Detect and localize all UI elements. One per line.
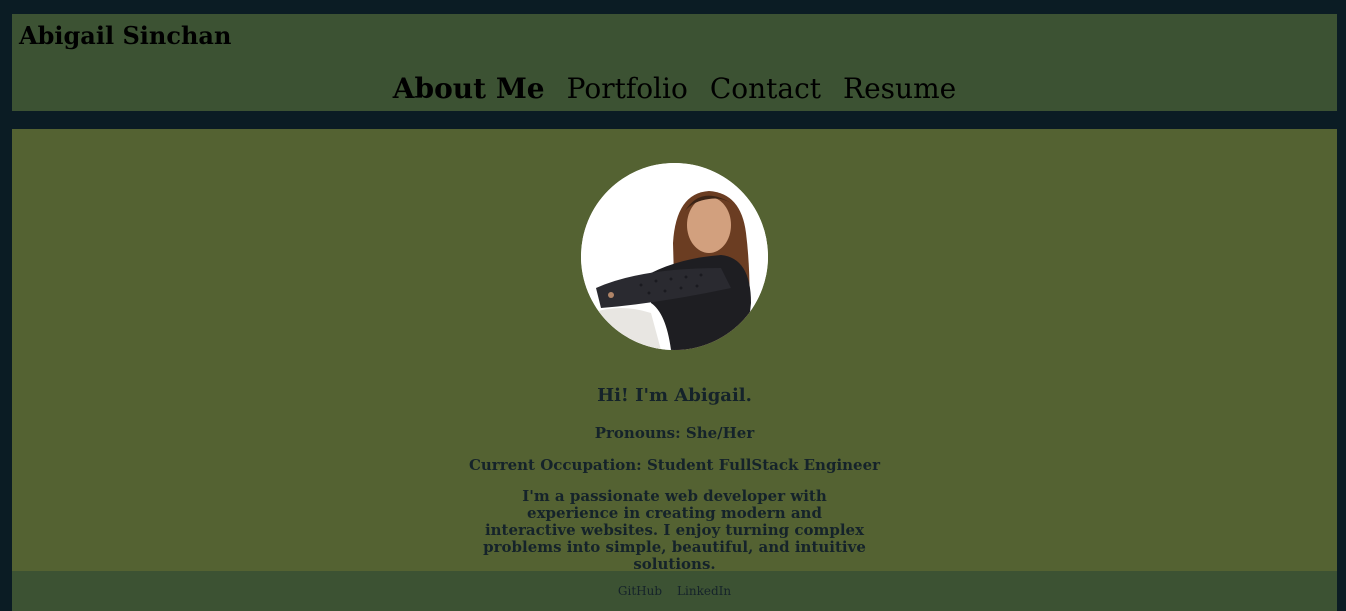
nav-resume[interactable]: Resume <box>832 72 967 106</box>
bio-text: I'm a passionate web developer with expe… <box>483 487 866 573</box>
site-footer: GitHub LinkedIn <box>12 571 1337 611</box>
greeting-heading: Hi! I'm Abigail. <box>597 385 752 406</box>
github-link[interactable]: GitHub <box>618 584 662 598</box>
occupation-text: Current Occupation: Student FullStack En… <box>468 456 881 474</box>
page: Abigail Sinchan About Me Portfolio Conta… <box>0 0 1346 611</box>
site-title: Abigail Sinchan <box>19 21 232 50</box>
main-nav: About Me Portfolio Contact Resume <box>12 72 1337 106</box>
pronouns-text: Pronouns: She/Her <box>594 424 755 442</box>
nav-portfolio[interactable]: Portfolio <box>556 72 699 106</box>
profile-photo-illustration <box>581 163 768 350</box>
nav-contact[interactable]: Contact <box>699 72 832 106</box>
nav-about-me[interactable]: About Me <box>382 72 556 106</box>
linkedin-link[interactable]: LinkedIn <box>677 584 731 598</box>
profile-photo <box>581 163 768 350</box>
about-section: Hi! I'm Abigail. Pronouns: She/Her Curre… <box>12 129 1337 573</box>
site-header: Abigail Sinchan About Me Portfolio Conta… <box>12 14 1337 111</box>
